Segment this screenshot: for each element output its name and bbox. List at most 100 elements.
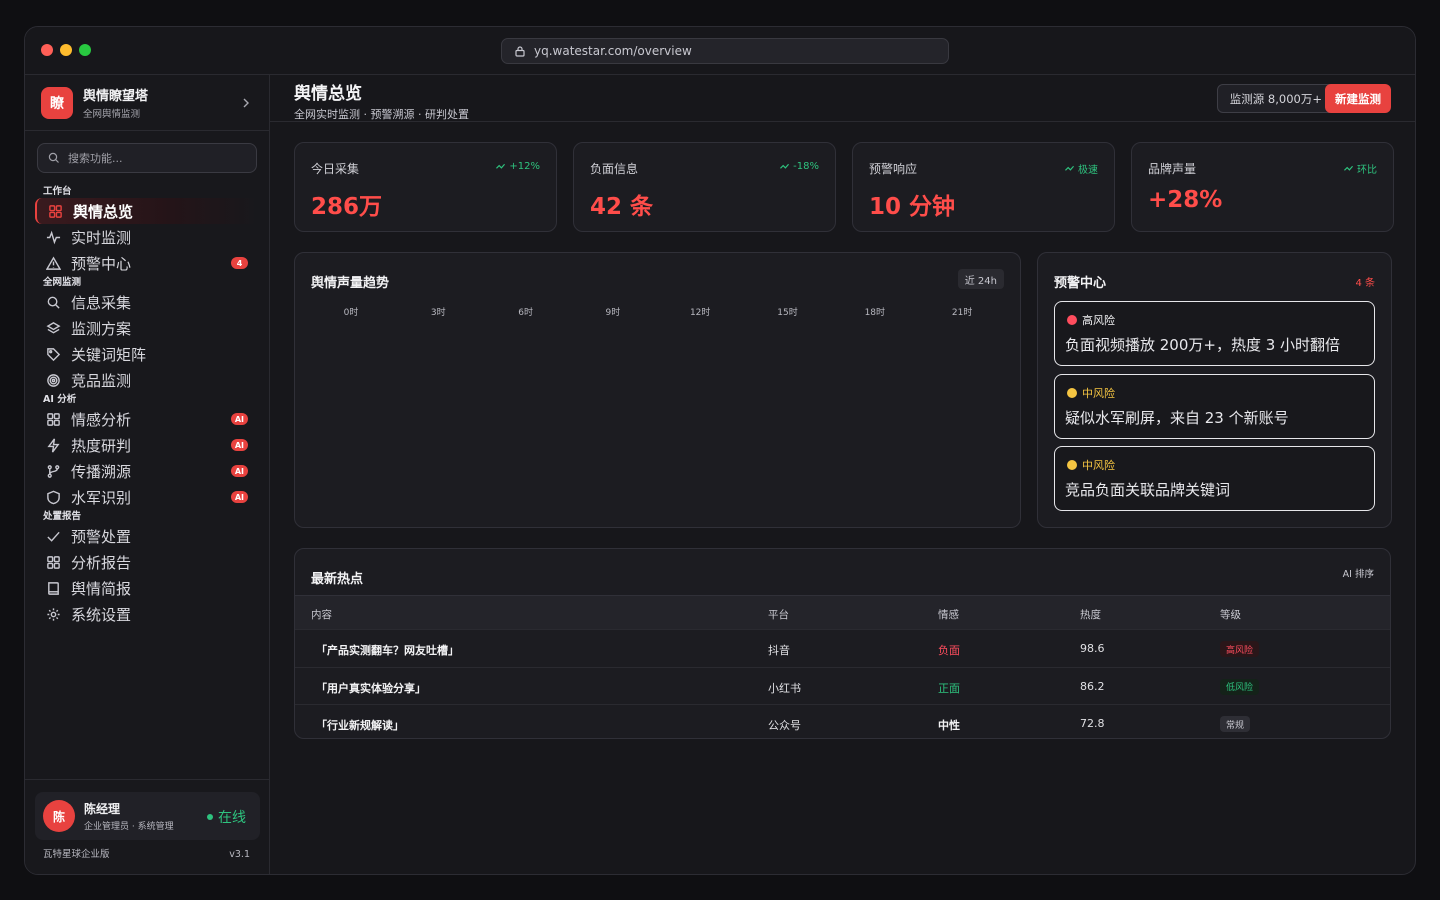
status-dot-icon — [207, 814, 213, 820]
trend-title: 舆情声量趋势 — [311, 276, 390, 291]
nav-badge: AI — [230, 413, 248, 425]
nav-section-title: 工作台 — [43, 186, 72, 197]
nav-badge: 4 — [231, 257, 248, 269]
x-tick-label: 15时 — [777, 308, 798, 318]
sidebar-item[interactable]: 水军识别 AI — [25, 484, 269, 510]
alert-text: 负面视频播放 200万+，热度 3 小时翻倍 — [1065, 336, 1341, 354]
page-subtitle: 全网实时监测 · 预警溯源 · 研判处置 — [294, 108, 469, 121]
browser-titlebar: yq.watestar.com/overview — [25, 27, 1415, 75]
sidebar-item-label: 关键词矩阵 — [71, 345, 147, 364]
table-row[interactable]: 「用户真实体验分享」 小红书 正面 86.2 低风险 — [295, 666, 1390, 704]
chevron-right-icon — [243, 98, 249, 108]
nav-section-title: 处置报告 — [43, 511, 82, 522]
trend-icon — [1065, 165, 1074, 171]
sidebar-item-label: 水军识别 — [71, 488, 132, 507]
alert-center-card: 预警中心 4 条 高风险 负面视频播放 200万+，热度 3 小时翻倍 中风险 疑似水… — [1037, 252, 1392, 528]
stat-value: +28% — [1148, 187, 1223, 213]
ai-sort-button[interactable]: AI 排序 — [1343, 566, 1374, 580]
sidebar-item[interactable]: 情感分析 AI — [25, 406, 269, 432]
sources-button[interactable]: 监测源 8,000万+ — [1216, 84, 1335, 113]
hot-topics-card: 最新热点 AI 排序 内容 平台 情感 热度 等级 「产品实测翻车？网友吐槽」 抖音 负面 9… — [294, 548, 1391, 739]
minimize-window-button[interactable] — [60, 44, 72, 56]
sidebar-item[interactable]: 分析报告 — [25, 549, 269, 575]
nav-badge: AI — [230, 491, 248, 503]
user-profile-card[interactable]: 陈 陈经理 企业管理员 · 系统管理 在线 — [35, 792, 260, 840]
grid-icon — [47, 412, 60, 426]
sidebar-item[interactable]: 预警中心 4 — [25, 250, 269, 276]
alert-item[interactable]: 高风险负面视频播放 200万+，热度 3 小时翻倍 — [1054, 301, 1375, 366]
stat-label: 品牌声量 — [1148, 162, 1197, 176]
close-window-button[interactable] — [41, 44, 53, 56]
user-name: 陈经理 — [84, 802, 121, 816]
table-row[interactable]: 「产品实测翻车？网友吐槽」 抖音 负面 98.6 高风险 — [295, 629, 1390, 666]
column-header: 热度 — [1080, 609, 1101, 621]
alert-text: 竞品负面关联品牌关键词 — [1065, 481, 1231, 499]
risk-dot-icon — [1067, 387, 1077, 398]
search-placeholder: 搜索功能... — [68, 152, 123, 165]
volume-trend-card: 舆情声量趋势 近 24h 0时 3时 6时 9时 12时 15时 18时 21时 — [294, 252, 1021, 528]
trend-icon — [496, 163, 506, 169]
sidebar-item-label: 情感分析 — [71, 410, 132, 429]
hot-title: 最新热点 — [311, 572, 364, 587]
sidebar-item[interactable]: 监测方案 — [25, 315, 269, 341]
alert-item[interactable]: 中风险 疑似水军刷屏，来自 23 个新账号 — [1054, 373, 1375, 439]
cell-sentiment: 中性 — [938, 719, 960, 732]
nav-badge: AI — [230, 465, 248, 477]
stat-card: 预警响应 极速 10 分钟 — [852, 142, 1115, 232]
sidebar-item-label: 分析报告 — [71, 553, 132, 572]
stat-value: 10 分钟 — [869, 194, 956, 220]
cell-sentiment: 负面 — [938, 644, 960, 657]
search-input[interactable]: 搜索功能... — [37, 143, 257, 173]
page-header: 舆情总览 全网实时监测 · 预警溯源 · 研判处置 监测源 8,000万+ 新建… — [270, 75, 1415, 122]
main-content: 舆情总览 全网实时监测 · 预警溯源 · 研判处置 监测源 8,000万+ 新建… — [270, 75, 1415, 874]
gear-icon — [47, 607, 60, 621]
new-monitor-button[interactable]: 新建监测 — [1325, 84, 1391, 113]
alert-item[interactable]: 中风险 竞品负面关联品牌关键词 — [1054, 446, 1375, 511]
sidebar-item[interactable]: 传播溯源 AI — [25, 458, 269, 484]
address-bar[interactable]: yq.watestar.com/overview — [501, 38, 949, 64]
x-axis: 0时 3时 6时 9时 12时 15时 18时 21时 — [311, 305, 1004, 319]
sidebar-item[interactable]: 系统设置 — [25, 601, 269, 627]
sidebar-item-label: 舆情简报 — [71, 579, 132, 598]
version-label: v3.1 — [229, 849, 250, 860]
risk-level-badge: 高风险 — [1220, 641, 1260, 657]
column-header: 等级 — [1220, 609, 1241, 621]
sidebar-item[interactable]: 预警处置 — [25, 523, 269, 549]
cell-platform: 小红书 — [768, 681, 801, 695]
sidebar-item[interactable]: 竞品监测 — [25, 367, 269, 393]
sidebar-item[interactable]: 关键词矩阵 — [25, 341, 269, 367]
sidebar: 瞭 舆情瞭望塔 全网舆情监测 搜索功能... 工作台 舆情总览 实时监测预警中心 4 全… — [25, 75, 270, 874]
brand-subtitle: 全网舆情监测 — [83, 109, 141, 120]
cell-content: 「产品实测翻车？网友吐槽」 — [316, 644, 459, 657]
stat-trend: 极速 — [1065, 161, 1098, 176]
window-controls — [41, 44, 91, 56]
sidebar-item[interactable]: 舆情总览 — [35, 198, 259, 224]
grid-icon — [47, 555, 60, 569]
column-header: 情感 — [938, 609, 959, 621]
sidebar-item[interactable]: 热度研判 AI — [25, 432, 269, 458]
sidebar-item-label: 预警中心 — [71, 254, 132, 273]
sidebar-item[interactable]: 实时监测 — [25, 224, 269, 250]
brand-switcher[interactable]: 瞭 舆情瞭望塔 全网舆情监测 — [25, 75, 269, 131]
risk-dot-icon — [1067, 460, 1077, 470]
trend-icon — [1344, 165, 1353, 171]
sidebar-item[interactable]: 信息采集 — [25, 289, 269, 315]
alert-level: 高风险 — [1067, 312, 1115, 328]
sidebar-item-label: 系统设置 — [71, 605, 132, 624]
stat-trend: 环比 — [1344, 161, 1377, 176]
sidebar-item[interactable]: 舆情简报 — [25, 575, 269, 601]
cell-sentiment: 正面 — [938, 681, 960, 695]
x-tick-label: 18时 — [864, 308, 886, 318]
stat-label: 今日采集 — [311, 162, 360, 176]
stat-value: 42 条 — [590, 194, 654, 220]
stat-value: 286万 — [311, 194, 383, 220]
x-tick-label: 9时 — [605, 308, 621, 318]
range-selector[interactable]: 近 24h — [957, 269, 1004, 289]
maximize-window-button[interactable] — [79, 44, 91, 56]
lightning-icon — [47, 438, 60, 452]
alerts-title: 预警中心 — [1054, 276, 1107, 291]
x-tick-label: 0时 — [343, 308, 359, 318]
sidebar-item-label: 信息采集 — [71, 293, 132, 312]
alert-text: 疑似水军刷屏，来自 23 个新账号 — [1065, 408, 1289, 427]
table-row[interactable]: 「行业新规解读」 公众号 中性 72.8 常规 — [295, 704, 1390, 738]
